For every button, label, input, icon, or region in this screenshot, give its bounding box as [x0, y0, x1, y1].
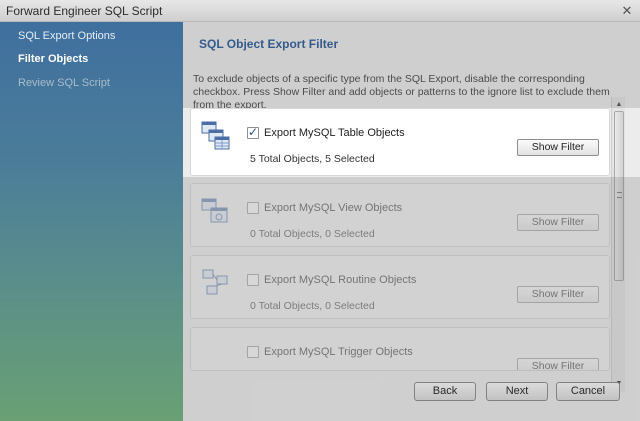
- export-views-checkbox[interactable]: [247, 202, 259, 214]
- export-tables-label: Export MySQL Table Objects: [264, 127, 405, 139]
- wizard-sidebar: SQL Export Options Filter Objects Review…: [0, 22, 183, 421]
- routine-objects-panel: Export MySQL Routine Objects 0 Total Obj…: [190, 255, 610, 319]
- back-button[interactable]: Back: [414, 382, 476, 401]
- routines-count: 0 Total Objects, 0 Selected: [250, 300, 375, 312]
- scroll-up-icon[interactable]: ▲: [612, 99, 626, 111]
- page-title: SQL Object Export Filter: [199, 37, 339, 51]
- table-objects-icon: [201, 121, 230, 150]
- checkmark-icon: ✓: [248, 125, 259, 139]
- sidebar-item-sql-export-options[interactable]: SQL Export Options: [18, 30, 115, 42]
- show-filter-views-button[interactable]: Show Filter: [517, 214, 599, 231]
- title-bar: Forward Engineer SQL Script ✕: [0, 0, 640, 22]
- sidebar-item-filter-objects[interactable]: Filter Objects: [18, 53, 88, 65]
- export-routines-checkbox[interactable]: [247, 274, 259, 286]
- trigger-objects-panel: Export MySQL Trigger Objects Show Filter: [190, 327, 610, 371]
- export-views-label: Export MySQL View Objects: [264, 202, 403, 214]
- export-triggers-label: Export MySQL Trigger Objects: [264, 346, 413, 358]
- page-description: To exclude objects of a specific type fr…: [193, 73, 610, 111]
- view-objects-panel: Export MySQL View Objects 0 Total Object…: [190, 183, 610, 247]
- show-filter-tables-button[interactable]: Show Filter: [517, 139, 599, 156]
- view-objects-icon: [201, 198, 228, 223]
- export-routines-label: Export MySQL Routine Objects: [264, 274, 417, 286]
- close-icon[interactable]: ✕: [620, 4, 634, 18]
- cancel-button[interactable]: Cancel: [556, 382, 620, 401]
- export-triggers-checkbox[interactable]: [247, 346, 259, 358]
- scroll-thumb[interactable]: [614, 111, 624, 281]
- window-title: Forward Engineer SQL Script: [6, 4, 163, 18]
- views-count: 0 Total Objects, 0 Selected: [250, 228, 375, 240]
- table-objects-panel: ✓ Export MySQL Table Objects 5 Total Obj…: [190, 108, 610, 176]
- sidebar-item-review-sql-script[interactable]: Review SQL Script: [18, 77, 110, 89]
- routine-objects-icon: [202, 269, 228, 295]
- next-button[interactable]: Next: [486, 382, 548, 401]
- main-content: SQL Object Export Filter To exclude obje…: [183, 22, 640, 421]
- show-filter-routines-button[interactable]: Show Filter: [517, 286, 599, 303]
- grip-icon: [617, 192, 622, 198]
- export-tables-checkbox[interactable]: ✓: [247, 125, 259, 139]
- tables-count: 5 Total Objects, 5 Selected: [250, 153, 375, 165]
- show-filter-triggers-button[interactable]: Show Filter: [517, 358, 599, 370]
- panel-scrollbar[interactable]: ▲ ▼: [611, 97, 625, 392]
